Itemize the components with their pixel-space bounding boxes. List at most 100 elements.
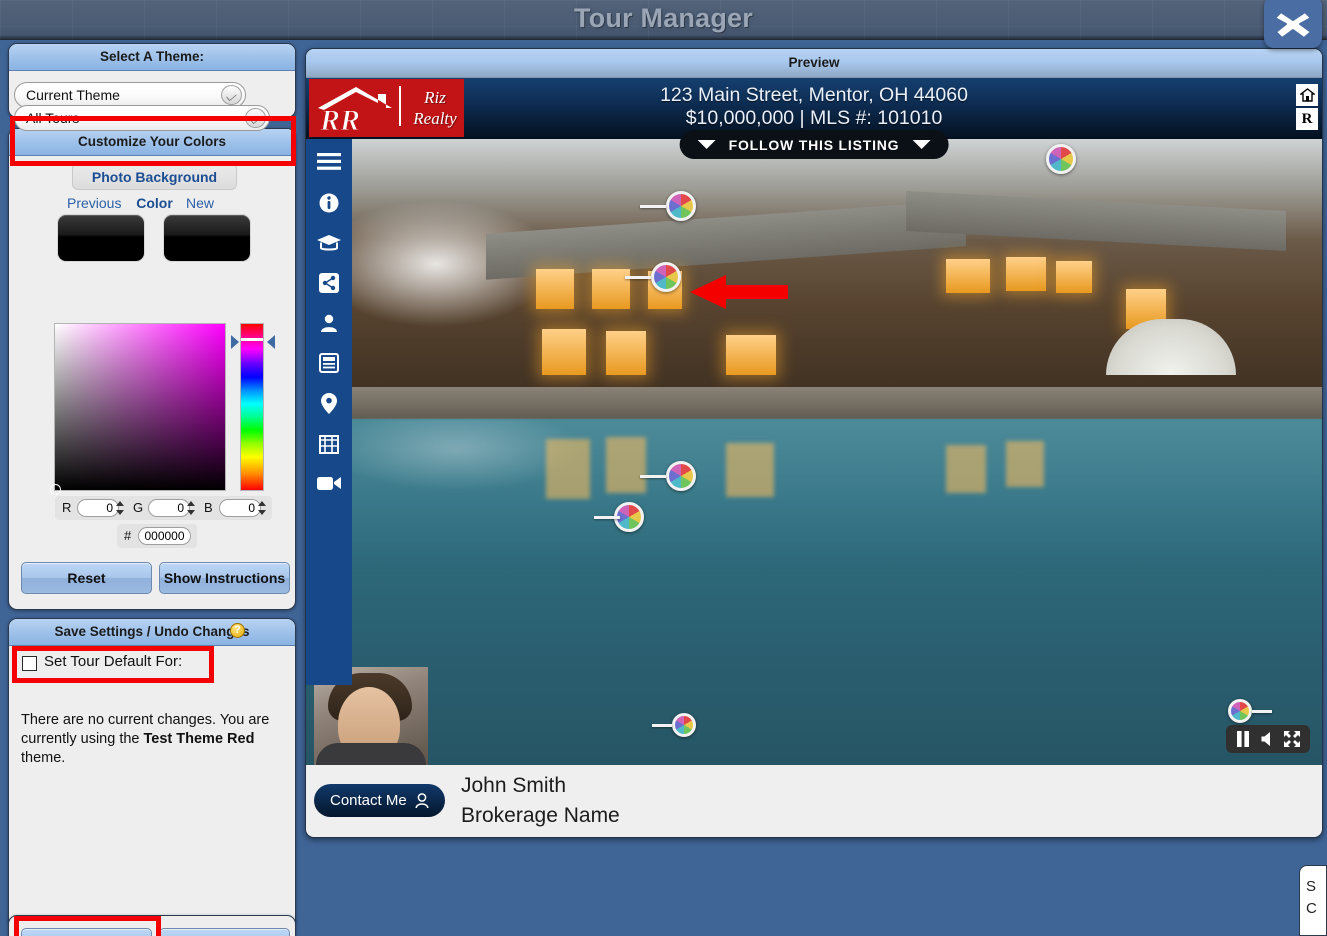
title-bar-shadow xyxy=(0,35,1327,40)
color-picker-marker-agent-photo[interactable] xyxy=(672,713,696,737)
green-channel-field[interactable]: G xyxy=(126,496,201,520)
sv-handle[interactable] xyxy=(50,484,61,495)
photo-background-color-button[interactable]: Photo Background Color xyxy=(72,163,237,190)
photo-window xyxy=(726,335,776,375)
color-picker-marker-nav-background[interactable] xyxy=(666,461,696,491)
calculator-icon[interactable] xyxy=(306,343,352,383)
chevron-down-icon xyxy=(245,108,266,128)
color-picker-stem xyxy=(640,205,666,208)
color-picker-marker-photo-area[interactable] xyxy=(1228,699,1252,723)
hue-slider-handle[interactable] xyxy=(241,338,263,341)
hex-color-field[interactable]: # xyxy=(117,524,197,548)
color-wheel-icon xyxy=(666,191,696,221)
save-status-message: There are no current changes. You are cu… xyxy=(21,711,283,768)
save-message-suffix: theme. xyxy=(21,750,65,766)
photo-window xyxy=(536,269,574,309)
video-icon[interactable] xyxy=(306,463,352,503)
graduation-cap-icon[interactable] xyxy=(306,223,352,263)
save-settings-title: Save Settings / Undo Changes xyxy=(54,624,249,639)
listing-header-text: 123 Main Street, Mentor, OH 44060 $10,00… xyxy=(306,84,1322,130)
photo-terrace xyxy=(306,387,1322,421)
photo-house xyxy=(306,139,1322,419)
blue-channel-field[interactable]: B xyxy=(197,496,272,520)
photo-window xyxy=(1056,261,1092,293)
color-wheel-icon xyxy=(666,461,696,491)
photo-window xyxy=(592,269,630,309)
menu-icon[interactable] xyxy=(306,139,352,183)
previous-color-swatch[interactable] xyxy=(57,214,145,262)
contact-me-button[interactable]: Contact Me xyxy=(314,784,445,817)
help-icon[interactable]: ? xyxy=(230,623,245,638)
save-button[interactable]: Save xyxy=(21,928,152,936)
color-picker-stem xyxy=(652,724,672,727)
pause-icon[interactable] xyxy=(1236,731,1250,747)
compliance-badges: R xyxy=(1296,84,1318,132)
set-tour-default-checkbox[interactable] xyxy=(22,656,37,671)
undo-changes-button[interactable]: Undo Changes xyxy=(159,928,290,936)
blue-input[interactable] xyxy=(219,499,261,517)
photo-reflection xyxy=(606,437,646,493)
tour-header-bar: RR Riz Realty 123 Main Street, Mentor, O… xyxy=(306,78,1322,139)
volume-icon[interactable] xyxy=(1261,732,1273,746)
set-tour-default-label: Set Tour Default For: xyxy=(44,653,182,670)
color-wheel-icon xyxy=(1046,144,1076,174)
photo-window xyxy=(946,259,990,293)
hue-slider[interactable] xyxy=(240,323,264,491)
color-wheel-icon xyxy=(1228,699,1252,723)
green-stepper-icon[interactable] xyxy=(187,501,195,515)
map-pin-icon[interactable] xyxy=(306,383,352,423)
agent-brokerage: Brokerage Name xyxy=(461,801,620,831)
color-wheel-icon xyxy=(651,262,681,292)
photo-window xyxy=(1006,257,1046,291)
info-icon[interactable] xyxy=(306,183,352,223)
share-icon[interactable] xyxy=(306,263,352,303)
media-player-controls[interactable] xyxy=(1226,725,1310,753)
previous-color-label: Previous xyxy=(67,195,121,211)
close-button[interactable] xyxy=(1264,0,1322,48)
blue-label: B xyxy=(204,496,213,519)
photo-window xyxy=(606,331,646,375)
settings-sidebar: Select A Theme: Current Theme Customize … xyxy=(2,43,302,934)
photo-reflection xyxy=(546,439,590,499)
color-picker-marker-nav-icon[interactable] xyxy=(651,262,681,292)
select-theme-header: Select A Theme: xyxy=(9,44,295,71)
saturation-value-picker[interactable] xyxy=(54,323,226,491)
red-input[interactable] xyxy=(77,499,119,517)
person-icon[interactable] xyxy=(306,303,352,343)
photo-window xyxy=(542,329,586,375)
close-icon xyxy=(1273,6,1313,40)
color-picker-marker-follow-button[interactable] xyxy=(1046,144,1076,174)
new-color-swatch[interactable] xyxy=(163,214,251,262)
red-stepper-icon[interactable] xyxy=(116,501,124,515)
agent-info-bar: Contact Me John Smith Brokerage Name xyxy=(306,765,1322,837)
preview-header: Preview xyxy=(306,49,1322,78)
cut-panel-line-1: S xyxy=(1306,876,1326,898)
save-settings-group: Save Settings / Undo Changes ? Set Tour … xyxy=(8,618,296,928)
set-tour-default-row[interactable]: Set Tour Default For: xyxy=(19,653,289,677)
building-icon[interactable] xyxy=(306,423,352,463)
color-picker-marker-nav-selected[interactable] xyxy=(614,502,644,532)
person-outline-icon xyxy=(415,793,429,809)
photo-reflection xyxy=(1006,441,1044,487)
hue-marker-right-icon xyxy=(267,335,275,349)
save-settings-header: Save Settings / Undo Changes ? xyxy=(9,619,295,646)
follow-listing-button[interactable]: FOLLOW THIS LISTING xyxy=(680,130,949,159)
color-picker-marker-menu[interactable] xyxy=(666,191,696,221)
cut-off-side-panel[interactable]: S C xyxy=(1299,865,1327,936)
window-title: Tour Manager xyxy=(0,3,1327,34)
fullscreen-icon[interactable] xyxy=(1284,731,1300,747)
tours-scope-select[interactable]: All Tours xyxy=(14,105,270,131)
listing-address: 123 Main Street, Mentor, OH 44060 xyxy=(306,84,1322,107)
cut-panel-line-2: C xyxy=(1306,898,1326,920)
preview-side-navigation xyxy=(306,139,352,685)
show-instructions-button[interactable]: Show Instructions xyxy=(159,562,290,594)
agent-name: John Smith xyxy=(461,771,620,801)
listing-photo[interactable] xyxy=(306,139,1322,837)
hash-label: # xyxy=(124,524,131,547)
color-wheel-icon xyxy=(672,713,696,737)
green-input[interactable] xyxy=(148,499,190,517)
hex-input[interactable] xyxy=(138,527,191,545)
reset-button[interactable]: Reset xyxy=(21,562,152,594)
blue-stepper-icon[interactable] xyxy=(258,501,266,515)
red-channel-field[interactable]: R xyxy=(55,496,130,520)
